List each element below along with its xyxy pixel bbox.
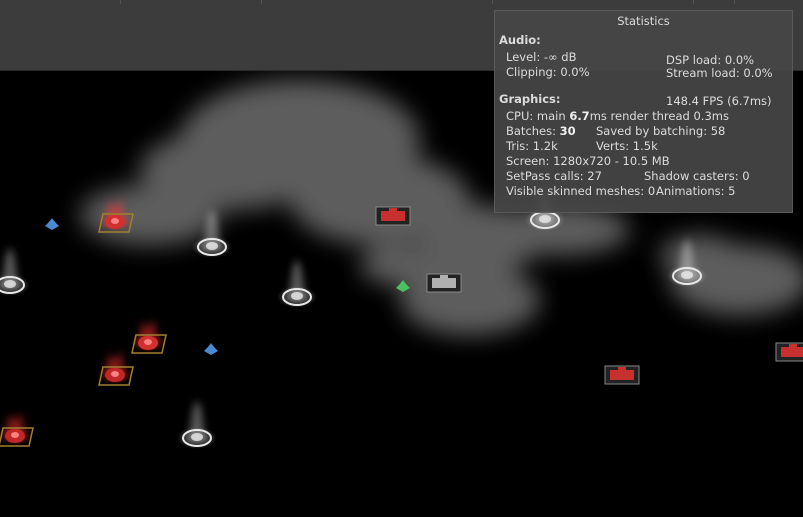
graphics-cpu: CPU: main 6.7ms render thread 0.3ms — [506, 109, 729, 123]
batches-value: 30 — [559, 124, 576, 138]
toolbar-segment — [694, 0, 735, 4]
graphics-screen: Screen: 1280x720 - 10.5 MB — [506, 154, 670, 168]
graphics-fps: 148.4 FPS (6.7ms) — [666, 94, 772, 108]
audio-dsp-load: DSP load: 0.0% — [666, 53, 755, 67]
toolbar-segment — [0, 0, 121, 4]
cpu-render-thread: ms render thread 0.3ms — [589, 109, 729, 123]
graphics-heading: Graphics: — [499, 92, 561, 106]
red-tank[interactable] — [375, 206, 411, 226]
statistics-panel: Statistics Audio: Level: -∞ dB DSP load:… — [494, 10, 793, 213]
batches-label: Batches: — [506, 124, 560, 138]
toolbar-segment — [121, 0, 262, 4]
cpu-label: CPU: main — [506, 109, 570, 123]
audio-heading: Audio: — [499, 33, 541, 47]
toolbar-segment — [493, 0, 694, 4]
graphics-batches: Batches: 30 — [506, 124, 576, 138]
red-tank[interactable] — [775, 342, 803, 362]
grey-tank[interactable] — [426, 273, 462, 293]
toolbar-segment — [262, 0, 493, 4]
audio-clipping: Clipping: 0.0% — [506, 65, 590, 79]
graphics-skinned-meshes: Visible skinned meshes: 0 — [506, 184, 656, 198]
statistics-title: Statistics — [617, 14, 670, 28]
cpu-main-value: 6.7 — [569, 109, 590, 123]
graphics-animations: Animations: 5 — [656, 184, 736, 198]
graphics-saved-by-batching: Saved by batching: 58 — [596, 124, 726, 138]
graphics-verts: Verts: 1.5k — [596, 139, 658, 153]
graphics-shadow-casters: Shadow casters: 0 — [644, 169, 750, 183]
audio-level: Level: -∞ dB — [506, 50, 577, 64]
graphics-setpass: SetPass calls: 27 — [506, 169, 602, 183]
audio-stream-load: Stream load: 0.0% — [666, 66, 773, 80]
red-tank[interactable] — [604, 365, 640, 385]
graphics-tris: Tris: 1.2k — [506, 139, 558, 153]
